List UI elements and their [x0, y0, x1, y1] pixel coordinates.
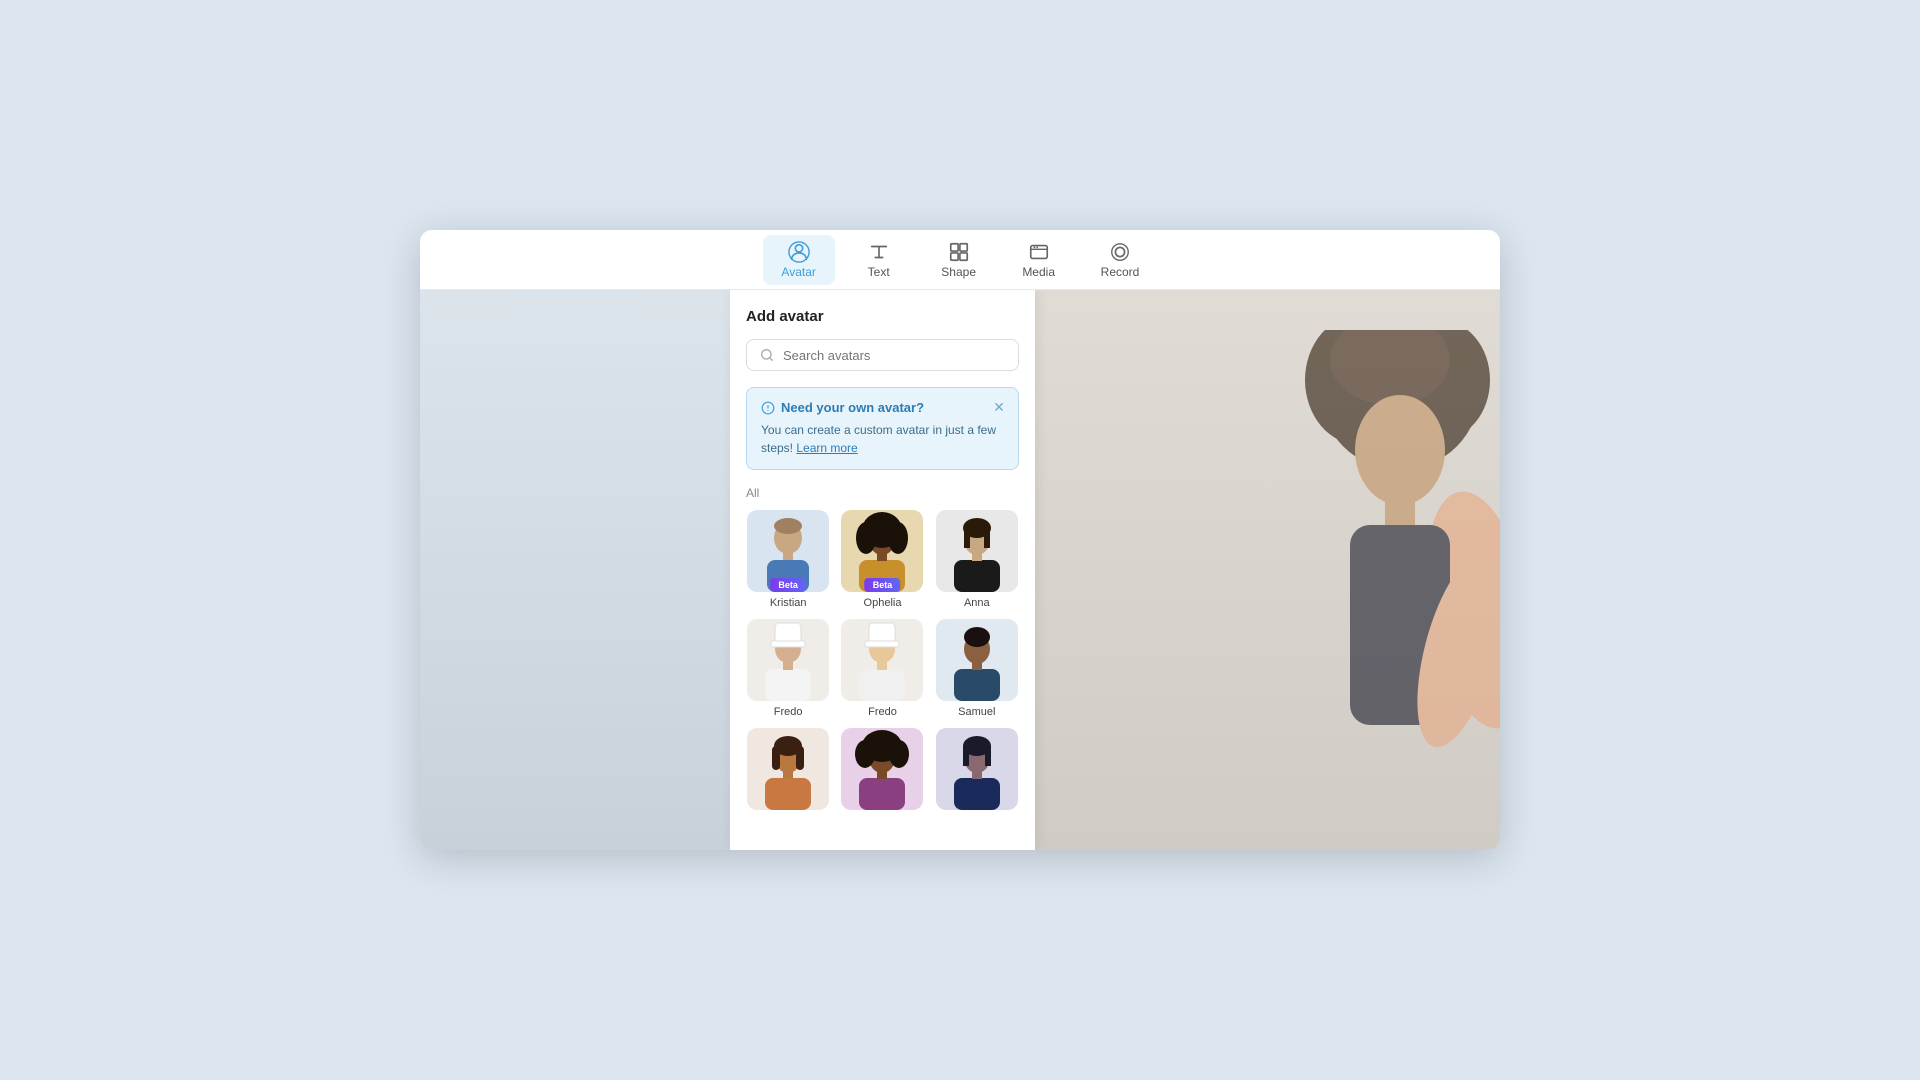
avatar-svg-anna — [936, 510, 1018, 592]
avatar-item-fredo2[interactable]: Fredo — [840, 619, 924, 718]
toolbar-label-shape: Shape — [941, 265, 976, 279]
avatar-name-kristian: Kristian — [770, 597, 807, 609]
toolbar-item-text[interactable]: Text — [843, 235, 915, 285]
toolbar-label-media: Media — [1022, 265, 1055, 279]
info-banner: Need your own avatar? You can create a c… — [746, 387, 1019, 470]
avatar-item-fredo1[interactable]: Fredo — [746, 619, 830, 718]
avatar-svg-9 — [936, 728, 1018, 810]
banner-text: You can create a custom avatar in just a… — [761, 421, 1004, 457]
avatar-name-ophelia: Ophelia — [864, 597, 902, 609]
avatar-item-8[interactable] — [840, 728, 924, 815]
avatar-img-samuel — [936, 619, 1018, 701]
section-label: All — [746, 486, 1019, 500]
avatar-svg-fredo1 — [747, 619, 829, 701]
toolbar-item-record[interactable]: Record — [1083, 235, 1158, 285]
avatar-img-fredo1 — [747, 619, 829, 701]
avatar-img-9 — [936, 728, 1018, 810]
app-window: Avatar Text Shape — [420, 230, 1500, 850]
avatar-item-kristian[interactable]: Beta Kristian — [746, 510, 830, 609]
beta-badge-kristian: Beta — [770, 578, 806, 592]
toolbar: Avatar Text Shape — [420, 230, 1500, 290]
bg-avatar-silhouette — [1120, 330, 1500, 850]
avatar-img-kristian: Beta — [747, 510, 829, 592]
avatar-item-anna[interactable]: Anna — [935, 510, 1019, 609]
panel-title: Add avatar — [746, 308, 1019, 325]
avatar-panel: Add avatar Need your own avatar? — [730, 290, 1035, 850]
avatar-img-fredo2 — [841, 619, 923, 701]
content-area: Add avatar Need your own avatar? — [420, 290, 1500, 850]
toolbar-item-media[interactable]: Media — [1003, 235, 1075, 285]
search-input[interactable] — [783, 348, 1006, 363]
banner-header: Need your own avatar? — [761, 400, 1004, 415]
toolbar-label-record: Record — [1101, 265, 1140, 279]
avatar-img-anna — [936, 510, 1018, 592]
search-box[interactable] — [746, 339, 1019, 371]
banner-close-button[interactable]: ✕ — [990, 398, 1008, 416]
beta-badge-ophelia: Beta — [865, 578, 901, 592]
toolbar-item-avatar[interactable]: Avatar — [763, 235, 835, 285]
avatar-item-7[interactable] — [746, 728, 830, 815]
avatar-item-ophelia[interactable]: Beta Ophelia — [840, 510, 924, 609]
info-icon — [761, 401, 775, 415]
avatar-img-8 — [841, 728, 923, 810]
avatar-grid: Beta Kristian — [746, 510, 1019, 815]
avatar-svg-samuel — [936, 619, 1018, 701]
avatar-name-fredo1: Fredo — [774, 706, 803, 718]
avatar-svg-7 — [747, 728, 829, 810]
avatar-name-fredo2: Fredo — [868, 706, 897, 718]
avatar-item-9[interactable] — [935, 728, 1019, 815]
learn-more-link[interactable]: Learn more — [796, 441, 857, 455]
avatar-name-anna: Anna — [964, 597, 990, 609]
avatar-svg-8 — [841, 728, 923, 810]
avatar-svg-fredo2 — [841, 619, 923, 701]
avatar-name-samuel: Samuel — [958, 706, 995, 718]
avatar-item-samuel[interactable]: Samuel — [935, 619, 1019, 718]
avatar-img-ophelia: Beta — [841, 510, 923, 592]
banner-title: Need your own avatar? — [781, 400, 924, 415]
avatar-img-7 — [747, 728, 829, 810]
toolbar-label-avatar: Avatar — [781, 265, 815, 279]
toolbar-label-text: Text — [868, 265, 890, 279]
search-icon — [759, 347, 775, 363]
toolbar-item-shape[interactable]: Shape — [923, 235, 995, 285]
